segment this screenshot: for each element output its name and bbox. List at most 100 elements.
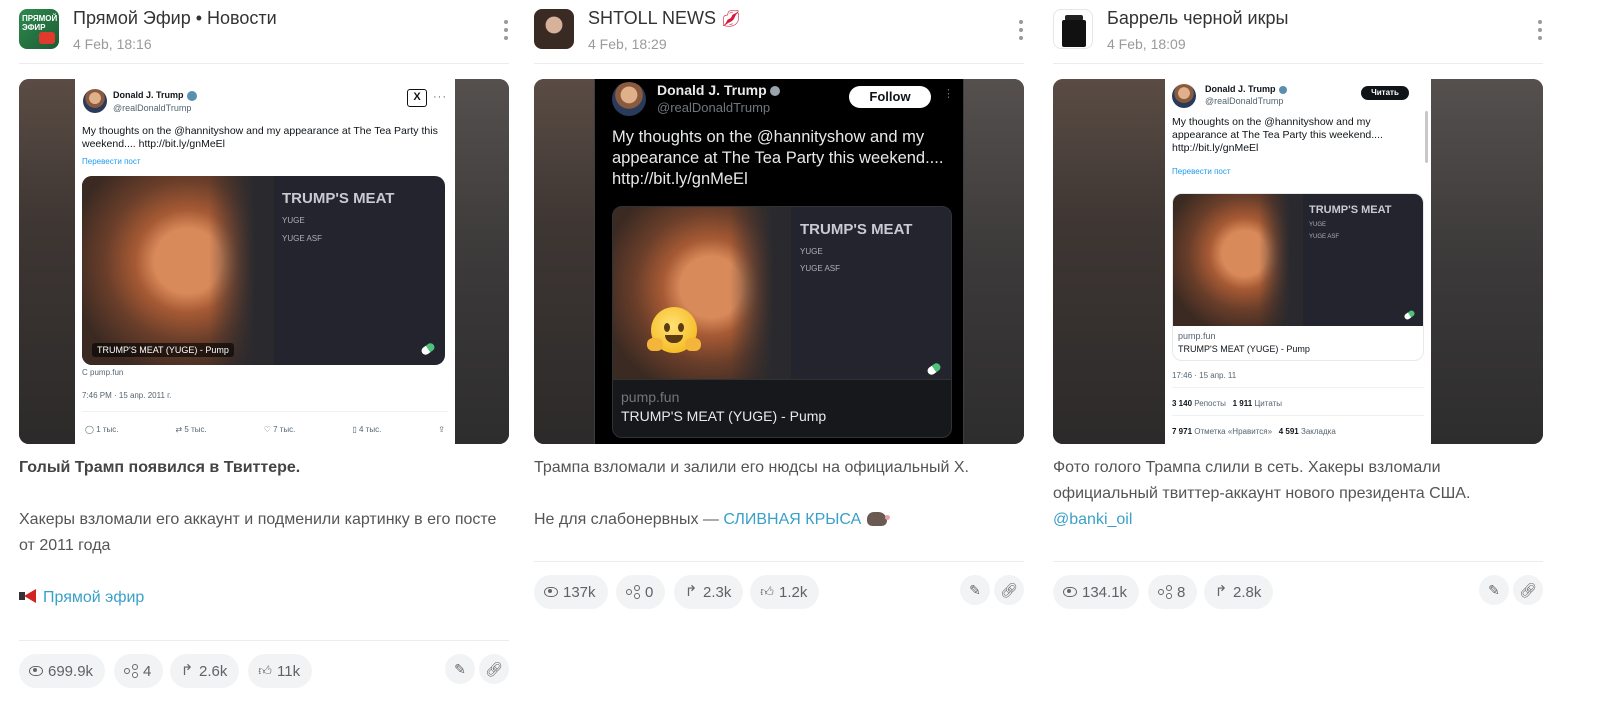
reposts-label: Репосты — [1194, 399, 1226, 408]
mention-link[interactable]: @banki_oil — [1053, 511, 1132, 528]
post-media[interactable]: Donald J. Trump @realDonaldTrump Читать … — [1053, 79, 1543, 444]
quotes-count: 1 911 — [1232, 399, 1253, 408]
pill-icon — [925, 361, 943, 377]
link-icon[interactable]: 🔗︎ — [1513, 575, 1543, 605]
reactions-counter[interactable]: 👍︎ 11k — [248, 654, 313, 688]
divider — [534, 561, 1024, 562]
eye-icon — [1063, 587, 1077, 597]
forwards-counter[interactable]: ↱ 2.3k — [674, 575, 744, 609]
post-stats: 134.1k 8 ↱ 2.8k ✎ 🔗︎ — [1053, 575, 1543, 609]
translate-link: Перевести пост — [82, 157, 141, 166]
post-stats: 137k 0 ↱ 2.3k 👍︎ 1.2k ✎ 🔗︎ — [534, 575, 1024, 609]
follow-button: Follow — [849, 86, 931, 108]
edit-icon[interactable]: ✎ — [960, 575, 990, 605]
post-text: Трампа взломали и залили его нюдсы на оф… — [534, 455, 1024, 559]
link-source: С pump.fun — [82, 368, 124, 377]
channel-avatar[interactable] — [534, 9, 574, 49]
more-options-icon[interactable] — [1018, 20, 1024, 40]
thumbs-up-icon: 👍︎ — [258, 663, 272, 678]
post-title: Голый Трамп появился в Твиттере. — [19, 459, 301, 476]
reply-count: 1 тыс. — [96, 425, 119, 434]
more-options-icon[interactable] — [1537, 20, 1543, 40]
shares-counter[interactable]: 8 — [1148, 575, 1198, 609]
card-title: TRUMP'S MEAT — [1309, 204, 1392, 216]
post-header: ПРЯМОЙ ЭФИР Прямой Эфир • Новости 4 Feb,… — [19, 0, 509, 64]
reactions-counter[interactable]: 👍︎ 1.2k — [750, 575, 820, 609]
card-line1: YUGE — [282, 216, 305, 225]
tweet-author-name: Donald J. Trump — [113, 90, 184, 100]
channel-name[interactable]: Баррель черной икры — [1107, 8, 1288, 29]
channel-avatar[interactable] — [1053, 9, 1093, 49]
channel-link[interactable]: Прямой эфир — [43, 589, 144, 606]
tweet-more-icon: ··· — [433, 91, 447, 103]
link-icon[interactable]: 🔗︎ — [994, 575, 1024, 605]
post-media[interactable]: Donald J. Trump @realDonaldTrump X ··· M… — [19, 79, 509, 444]
channel-name[interactable]: Прямой Эфир • Новости — [73, 8, 277, 29]
likes-label: Отметка «Нравится» — [1194, 427, 1273, 436]
post-date: 4 Feb, 18:29 — [588, 36, 667, 52]
thumbs-up-icon: 👍︎ — [760, 584, 774, 599]
like-count: 7 тыс. — [273, 425, 296, 434]
pill-icon — [419, 341, 437, 357]
post-header: SHTOLL NEWS 💋︎ 4 Feb, 18:29 — [534, 0, 1024, 64]
views-counter[interactable]: 699.9k — [19, 654, 106, 688]
tweet-card-image: TRUMP'S MEAT YUGE YUGE ASF pump.fun TRUM… — [1172, 193, 1424, 361]
card-line2: YUGE ASF — [800, 264, 841, 273]
retweet-count: 5 тыс. — [184, 425, 207, 434]
link-icon[interactable]: 🔗︎ — [479, 654, 509, 684]
tweet-screenshot: Donald J. Trump @realDonaldTrump Читать … — [1165, 79, 1431, 444]
card-line2: YUGE ASF — [1309, 234, 1340, 240]
shares-counter[interactable]: 4 — [114, 654, 164, 688]
translate-link: Перевести пост — [1172, 167, 1231, 176]
eye-icon — [29, 666, 43, 676]
tweet-handle: @realDonaldTrump — [657, 100, 771, 115]
post-card: Баррель черной икры 4 Feb, 18:09 Donald … — [1053, 0, 1543, 712]
megaphone-icon — [39, 32, 55, 44]
tweet-photo — [613, 207, 791, 385]
rat-icon — [867, 512, 891, 526]
bookmark-count: 4 тыс. — [359, 425, 382, 434]
link-domain: pump.fun — [1178, 331, 1216, 341]
views-counter[interactable]: 134.1k — [1053, 575, 1140, 609]
forwards-counter[interactable]: ↱ 2.6k — [170, 654, 240, 688]
heart-icon: ♡ — [263, 425, 274, 434]
edit-icon[interactable]: ✎ — [445, 654, 475, 684]
tweet-actions: ◯ 1 тыс. ⇄ 5 тыс. ♡ 7 тыс. ▯ 4 тыс. ⇪ — [85, 425, 445, 434]
channel-avatar[interactable]: ПРЯМОЙ ЭФИР — [19, 9, 59, 49]
card-line2: YUGE ASF — [282, 234, 323, 243]
tweet-avatar — [1172, 84, 1196, 108]
card-line1: YUGE — [800, 247, 823, 256]
tweet-handle: @realDonaldTrump — [1205, 96, 1284, 106]
post-media[interactable]: Donald J. Trump @realDonaldTrump Follow … — [534, 79, 1024, 444]
post-footer-prefix: Не для слабонервных — — [534, 511, 724, 528]
forward-arrow-icon: ↱ — [1214, 583, 1228, 600]
tweet-card-image: TRUMP'S MEAT YUGE YUGE ASF pump.fun TRUM… — [612, 206, 952, 438]
tweet-text: My thoughts on the @hannityshow and my a… — [82, 125, 438, 151]
verified-badge-icon — [186, 90, 197, 101]
verified-badge-icon — [1278, 85, 1287, 94]
forward-arrow-icon: ↱ — [180, 662, 194, 679]
reply-icon: ◯ — [85, 425, 97, 434]
card-title: TRUMP'S MEAT — [282, 190, 395, 207]
more-options-icon[interactable] — [503, 20, 509, 40]
image-caption: TRUMP'S MEAT (YUGE) - Pump — [92, 343, 234, 357]
tweet-handle: @realDonaldTrump — [113, 103, 192, 113]
channel-link[interactable]: СЛИВНАЯ КРЫСА — [723, 511, 861, 528]
share-icon: ⇪ — [438, 425, 445, 434]
tweet-avatar — [612, 82, 646, 116]
bookmarks-count: 4 591 — [1278, 427, 1299, 436]
avatar-logo-text: ПРЯМОЙ ЭФИР — [22, 14, 58, 32]
tweet-author-name: Donald J. Trump — [657, 82, 767, 98]
likes-count: 7 971 — [1172, 427, 1193, 436]
views-counter[interactable]: 137k — [534, 575, 608, 609]
forwards-counter[interactable]: ↱ 2.8k — [1204, 575, 1274, 609]
edit-icon[interactable]: ✎ — [1479, 575, 1509, 605]
channel-name[interactable]: SHTOLL NEWS — [588, 8, 716, 28]
tweet-screenshot: Donald J. Trump @realDonaldTrump X ··· M… — [75, 79, 455, 444]
x-logo-icon: X — [407, 89, 427, 107]
shares-counter[interactable]: 0 — [616, 575, 666, 609]
tweet-photo — [1173, 194, 1303, 326]
bookmark-icon: ▯ — [352, 425, 359, 434]
link-title: TRUMP'S MEAT (YUGE) - Pump — [621, 408, 827, 424]
divider — [1053, 561, 1543, 562]
